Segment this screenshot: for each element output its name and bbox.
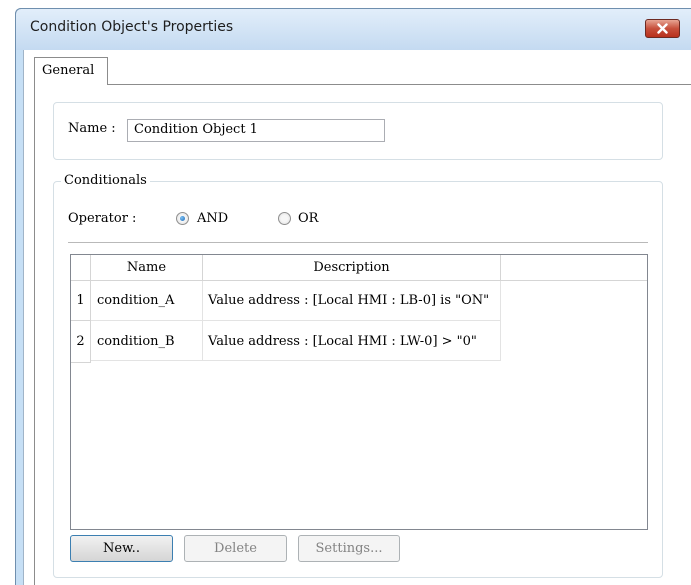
separator bbox=[68, 242, 648, 243]
delete-button[interactable]: Delete bbox=[184, 535, 287, 562]
table-cell-name[interactable]: condition_A bbox=[91, 281, 203, 321]
table-corner-header bbox=[71, 255, 91, 281]
operator-and-label[interactable]: AND bbox=[197, 211, 228, 226]
row-index[interactable]: 2 bbox=[71, 321, 91, 363]
column-header-filler bbox=[501, 255, 647, 281]
conditionals-caption: Conditionals bbox=[61, 173, 150, 188]
close-icon bbox=[657, 23, 668, 34]
table-cell-name[interactable]: condition_B bbox=[91, 321, 203, 361]
window-title: Condition Object's Properties bbox=[30, 19, 234, 35]
column-header-name[interactable]: Name bbox=[91, 255, 203, 281]
tab-general[interactable]: General bbox=[34, 57, 108, 85]
close-button[interactable] bbox=[645, 19, 680, 38]
table-cell-description[interactable]: Value address : [Local HMI : LB-0] is "O… bbox=[203, 281, 501, 321]
operator-label: Operator : bbox=[68, 211, 137, 226]
name-label: Name : bbox=[68, 121, 116, 136]
table-cell-description[interactable]: Value address : [Local HMI : LW-0] > "0" bbox=[203, 321, 501, 361]
conditions-table[interactable]: Name Description 1 condition_A Value add… bbox=[70, 254, 648, 530]
new-button[interactable]: New.. bbox=[70, 535, 173, 562]
row-index[interactable]: 1 bbox=[71, 281, 91, 321]
column-header-description[interactable]: Description bbox=[203, 255, 501, 281]
operator-or-label[interactable]: OR bbox=[298, 211, 318, 226]
settings-button[interactable]: Settings... bbox=[298, 535, 400, 562]
operator-or-radio[interactable] bbox=[278, 212, 291, 225]
operator-and-radio[interactable] bbox=[176, 212, 189, 225]
name-input[interactable]: Condition Object 1 bbox=[127, 119, 385, 142]
